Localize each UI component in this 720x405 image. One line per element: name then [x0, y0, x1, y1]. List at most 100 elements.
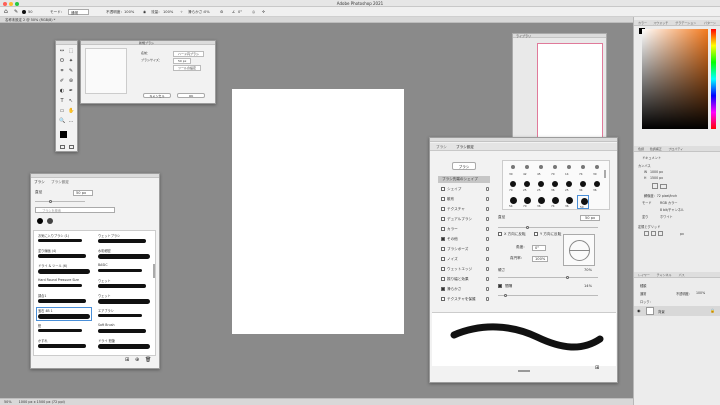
brush-tip-cell[interactable]: 30: [507, 163, 519, 177]
portrait-icon[interactable]: [652, 183, 658, 189]
new-brush-icon[interactable]: ⊕: [135, 357, 139, 363]
brush-item-label[interactable]: お気に入りブラシ (1): [38, 233, 69, 238]
airbrush-icon[interactable]: ✧: [180, 7, 183, 17]
tool-button[interactable]: ↔: [59, 48, 65, 54]
brush-option-checkbox[interactable]: [441, 227, 445, 231]
tool-button[interactable]: ✒: [68, 88, 74, 94]
brush-tip-cell[interactable]: 42: [521, 163, 533, 177]
brush-item-label[interactable]: ウェットブラシ: [98, 233, 120, 238]
brush-option-checkbox[interactable]: [441, 277, 445, 281]
bs-brushes-tab[interactable]: ブラシ: [436, 145, 447, 150]
landscape-icon[interactable]: [660, 184, 667, 189]
brushes-size-knob[interactable]: [49, 200, 52, 203]
brush-tip-cell[interactable]: 74: [577, 163, 589, 177]
brush-tip-cell[interactable]: 25: [535, 179, 547, 193]
bs-size-value[interactable]: 50 px: [580, 215, 601, 221]
brushes-size-value[interactable]: 50 px: [73, 190, 94, 196]
toolbox-handle[interactable]: [56, 41, 77, 45]
color-mode-select[interactable]: RGB カラー: [660, 200, 677, 205]
panel-tab[interactable]: 色調補正: [650, 147, 662, 151]
brush-preset-icon[interactable]: [22, 10, 26, 14]
flip-y-checkbox[interactable]: [534, 232, 538, 236]
brush-item-label[interactable]: Hard Round Pressure Size: [38, 278, 79, 282]
brush-item-label[interactable]: 鉛: [38, 323, 41, 328]
brush-option-label[interactable]: 散布: [447, 197, 454, 202]
brush-tip-cell[interactable]: 70: [549, 163, 561, 177]
brush-tip-cell[interactable]: 74: [549, 195, 561, 209]
brush-option-checkbox[interactable]: [441, 267, 445, 271]
brush-item-label[interactable]: 水彩細密: [98, 248, 111, 253]
brushes-size-slider[interactable]: [35, 200, 85, 203]
brush-option-checkbox[interactable]: [441, 187, 445, 191]
option-lock-icon[interactable]: [486, 297, 489, 301]
settings-gear-icon[interactable]: ⚙: [220, 7, 223, 17]
panel-tab[interactable]: プロパティ: [668, 147, 683, 151]
layer-opacity-value[interactable]: 100%: [696, 291, 705, 295]
layer-filter-label[interactable]: 種類: [640, 283, 646, 288]
pressure-opacity-icon[interactable]: ◉: [143, 7, 146, 17]
tool-button[interactable]: ◐: [59, 88, 65, 94]
brush-preset-soft[interactable]: [47, 218, 53, 224]
document-canvas[interactable]: [232, 89, 404, 334]
document-tab[interactable]: 名称未設定 2 @ 50% (RGB/8) *: [0, 17, 720, 23]
panel-tab[interactable]: スウォッチ: [653, 21, 668, 25]
hardness-value[interactable]: 70%: [584, 268, 592, 272]
dialog-row-field[interactable]: 50 px: [173, 58, 192, 64]
layer-visibility-icon[interactable]: ◉: [637, 308, 641, 313]
brush-settings-tab[interactable]: ブラシ設定: [51, 180, 69, 185]
tool-button[interactable]: ✋: [68, 108, 74, 114]
brush-tool-icon[interactable]: ✎: [14, 7, 18, 17]
brush-tip-cell[interactable]: 25: [563, 179, 575, 193]
dialog-cancel-button[interactable]: キャンセル: [143, 93, 171, 98]
brush-tip-cell[interactable]: 70: [507, 179, 519, 193]
spacing-value[interactable]: 14%: [584, 284, 592, 288]
guides-icon[interactable]: [658, 231, 663, 236]
tool-button[interactable]: ⌗: [59, 68, 65, 74]
height-field[interactable]: 1500 px: [650, 176, 663, 180]
brush-option-label[interactable]: テクスチャ: [447, 207, 465, 212]
hue-slider[interactable]: [711, 29, 716, 129]
brush-option-checkbox[interactable]: [441, 207, 445, 211]
panel-tab[interactable]: チャンネル: [657, 273, 672, 277]
brush-item-label[interactable]: BASIC: [98, 263, 108, 267]
brush-tip-cell[interactable]: 36: [591, 179, 603, 193]
brush-option-label[interactable]: ノイズ: [447, 257, 458, 262]
brush-option-label[interactable]: ブラシポーズ: [447, 247, 468, 252]
brush-presets-button[interactable]: ブラシ: [452, 162, 476, 170]
option-lock-icon[interactable]: [486, 287, 489, 291]
option-lock-icon[interactable]: [486, 247, 489, 251]
brush-option-label[interactable]: ブラシ先端のシェイプ: [442, 177, 478, 182]
flow-value[interactable]: 100%: [163, 7, 173, 17]
brush-option-label[interactable]: シェイプ: [447, 187, 461, 192]
create-brush-icon[interactable]: ⊞: [595, 365, 599, 371]
ruler-icon[interactable]: [644, 231, 649, 236]
brush-option-label[interactable]: 振り幅と効果: [447, 277, 469, 282]
roundness-field[interactable]: 100%: [532, 256, 549, 262]
option-lock-icon[interactable]: [486, 267, 489, 271]
spacing-knob[interactable]: [504, 294, 507, 297]
hardness-slider[interactable]: [498, 276, 598, 279]
bs-settings-tab[interactable]: ブラシ設定: [456, 145, 474, 150]
brush-item-label[interactable]: エアブラシ: [98, 308, 114, 313]
brush-option-checkbox[interactable]: [441, 297, 445, 301]
bs-size-slider[interactable]: [498, 226, 598, 229]
brush-option-label[interactable]: テクスチャを保護: [447, 297, 476, 302]
mode-select[interactable]: 通常: [68, 9, 90, 15]
tool-button[interactable]: ▭: [59, 108, 65, 114]
dialog-ok-button[interactable]: OK: [177, 93, 205, 98]
brush-item-label[interactable]: ウェット: [98, 293, 111, 298]
option-lock-icon[interactable]: [486, 227, 489, 231]
tool-button[interactable]: ʘ: [59, 58, 65, 64]
tool-button[interactable]: ⬚: [68, 48, 74, 54]
brush-tip-cell[interactable]: 34: [577, 179, 589, 193]
brush-option-label[interactable]: ウェットエッジ: [447, 267, 472, 272]
brush-option-label[interactable]: カラー: [447, 227, 458, 232]
option-lock-icon[interactable]: [486, 207, 489, 211]
brush-preset-hard[interactable]: [37, 218, 43, 224]
brushes-tab[interactable]: ブラシ: [34, 180, 45, 185]
panel-resize-grip[interactable]: [518, 370, 530, 372]
brush-option-checkbox[interactable]: [441, 287, 445, 291]
status-zoom[interactable]: 50%: [4, 400, 12, 404]
quick-mask-icon[interactable]: [60, 145, 65, 149]
screen-mode-icon[interactable]: [69, 145, 74, 149]
